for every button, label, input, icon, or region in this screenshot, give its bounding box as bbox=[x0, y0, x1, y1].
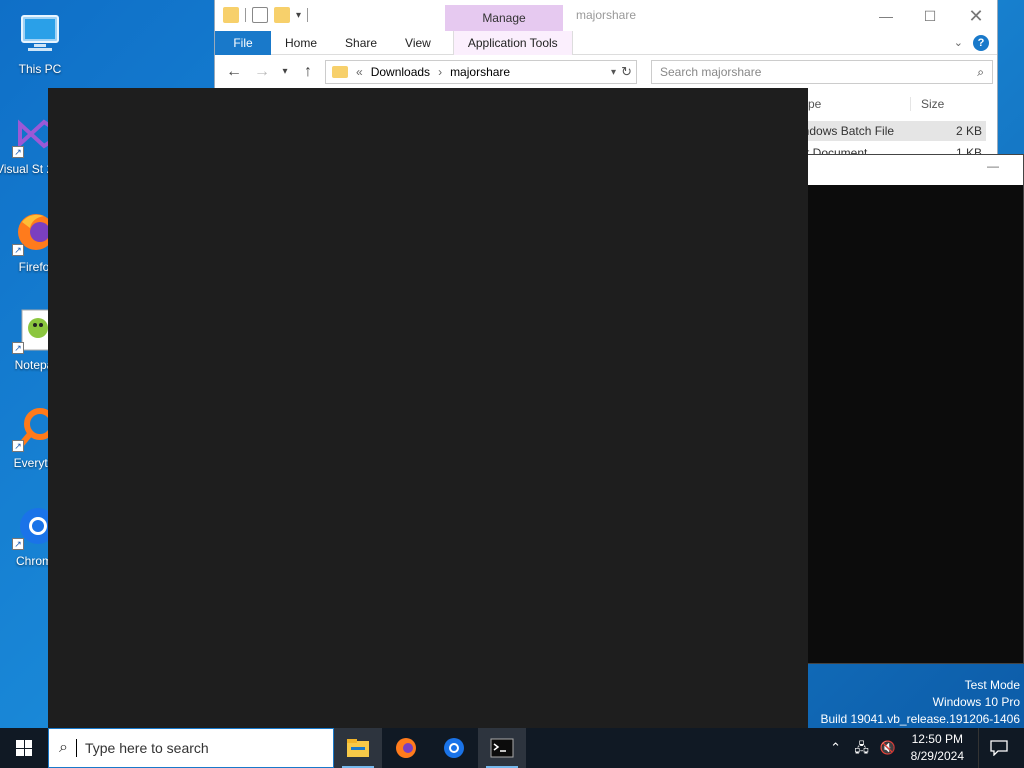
tab-manage[interactable]: Manage bbox=[445, 5, 563, 31]
start-button[interactable] bbox=[0, 728, 48, 768]
search-icon: ⌕ bbox=[977, 64, 984, 79]
refresh-icon[interactable]: ↻ bbox=[621, 64, 632, 80]
window-title: majorshare bbox=[576, 8, 637, 22]
minimize-icon[interactable]: — bbox=[863, 4, 909, 28]
search-icon: ⌕ bbox=[59, 739, 68, 756]
shortcut-arrow-icon: ↗ bbox=[12, 538, 24, 550]
text-caret bbox=[75, 739, 77, 757]
maximize-icon[interactable]: ☐ bbox=[907, 4, 953, 28]
breadcrumb-downloads[interactable]: Downloads bbox=[371, 65, 430, 79]
help-icon[interactable]: ? bbox=[973, 34, 989, 51]
taskbar-file-explorer[interactable] bbox=[334, 728, 382, 768]
properties-check-icon[interactable] bbox=[252, 7, 268, 23]
address-dropdown-icon[interactable]: ▾ bbox=[611, 67, 616, 78]
folder-icon[interactable] bbox=[223, 7, 239, 23]
customize-dropdown-icon[interactable]: ▾ bbox=[296, 10, 301, 21]
search-placeholder: Search majorshare bbox=[660, 65, 762, 79]
minimize-icon[interactable]: — bbox=[987, 159, 999, 173]
divider bbox=[245, 8, 246, 22]
shortcut-arrow-icon: ↗ bbox=[12, 146, 24, 158]
shortcut-arrow-icon: ↗ bbox=[12, 342, 24, 354]
console-title-bar[interactable]: — bbox=[807, 155, 1023, 185]
taskbar-chrome[interactable] bbox=[430, 728, 478, 768]
file-list-header: ype Size bbox=[800, 92, 996, 116]
taskbar: ⌕ Type here to search ⌃ � bbox=[0, 728, 1024, 768]
system-tray: ⌃ 🖧 🔇 12:50 PM 8/29/2024 bbox=[827, 728, 1024, 768]
ribbon: File Home Share View Application Tools ⌄… bbox=[215, 30, 997, 55]
notification-center-button[interactable] bbox=[978, 728, 1018, 768]
console-window[interactable]: — bbox=[806, 154, 1024, 664]
desktop: This PC ↗ Visual St 2017 ↗ Firefo ↗ Note… bbox=[0, 0, 1024, 728]
tab-home[interactable]: Home bbox=[271, 31, 331, 55]
notification-icon bbox=[989, 740, 1008, 756]
tab-view[interactable]: View bbox=[391, 31, 445, 55]
test-mode-watermark: Test Mode Windows 10 Pro Build 19041.vb_… bbox=[821, 677, 1021, 728]
taskbar-search-placeholder: Type here to search bbox=[84, 740, 209, 756]
file-row[interactable]: indows Batch File 2 KB bbox=[800, 121, 986, 141]
folder-icon bbox=[332, 66, 348, 78]
close-icon[interactable]: ✕ bbox=[953, 4, 999, 28]
back-arrow-icon[interactable]: ← bbox=[223, 61, 245, 83]
new-folder-icon[interactable] bbox=[274, 7, 290, 23]
address-bar[interactable]: « Downloads › majorshare ▾ ↻ bbox=[325, 60, 637, 84]
navigation-bar: ← → ▾ ↑ « Downloads › majorshare ▾ ↻ Sea… bbox=[215, 58, 997, 86]
search-input[interactable]: Search majorshare ⌕ bbox=[651, 60, 993, 84]
expand-ribbon-icon[interactable]: ⌄ bbox=[954, 36, 963, 49]
breadcrumb-majorshare[interactable]: majorshare bbox=[450, 65, 510, 79]
system-clock[interactable]: 12:50 PM 8/29/2024 bbox=[905, 731, 970, 765]
ribbon-right-controls: ⌄ ? bbox=[954, 34, 997, 51]
tab-share[interactable]: Share bbox=[331, 31, 391, 55]
desktop-icon-label: This PC bbox=[18, 62, 62, 76]
volume-muted-icon[interactable]: 🔇 bbox=[879, 739, 897, 757]
taskbar-search-box[interactable]: ⌕ Type here to search bbox=[48, 728, 334, 768]
tab-file[interactable]: File bbox=[215, 30, 271, 55]
file-explorer-icon bbox=[347, 739, 369, 757]
breadcrumb-separator: › bbox=[438, 65, 443, 79]
watermark-line-1: Test Mode bbox=[964, 678, 1020, 692]
file-size: 2 KB bbox=[955, 124, 982, 138]
chevron-up-icon[interactable]: ⌃ bbox=[827, 739, 845, 757]
up-arrow-icon[interactable]: ↑ bbox=[297, 61, 319, 83]
column-header-type[interactable]: ype bbox=[800, 97, 910, 111]
file-type: indows Batch File bbox=[800, 124, 895, 138]
shortcut-arrow-icon: ↗ bbox=[12, 440, 24, 452]
watermark-line-3: Build 19041.vb_release.191206-1406 bbox=[820, 712, 1021, 726]
forward-arrow-icon[interactable]: → bbox=[251, 61, 273, 83]
clock-time: 12:50 PM bbox=[911, 732, 963, 746]
chrome-icon bbox=[444, 738, 464, 758]
clock-date: 8/29/2024 bbox=[910, 749, 964, 763]
this-pc-icon bbox=[16, 10, 64, 58]
windows-logo-icon bbox=[16, 740, 32, 756]
shortcut-arrow-icon: ↗ bbox=[12, 244, 24, 256]
taskbar-firefox[interactable] bbox=[382, 728, 430, 768]
column-header-size[interactable]: Size bbox=[910, 97, 944, 111]
firefox-icon bbox=[396, 738, 416, 758]
watermark-line-2: Windows 10 Pro bbox=[932, 695, 1020, 709]
taskbar-terminal[interactable] bbox=[478, 728, 526, 768]
network-icon[interactable]: 🖧 bbox=[853, 739, 871, 757]
tab-application-tools[interactable]: Application Tools bbox=[452, 30, 573, 55]
terminal-icon bbox=[490, 738, 514, 758]
dark-overlay-window[interactable] bbox=[48, 88, 808, 728]
divider bbox=[307, 8, 309, 22]
desktop-icon-this-pc[interactable]: This PC bbox=[2, 10, 78, 76]
breadcrumb-overflow[interactable]: « bbox=[356, 65, 363, 79]
recent-locations-icon[interactable]: ▾ bbox=[279, 61, 291, 83]
